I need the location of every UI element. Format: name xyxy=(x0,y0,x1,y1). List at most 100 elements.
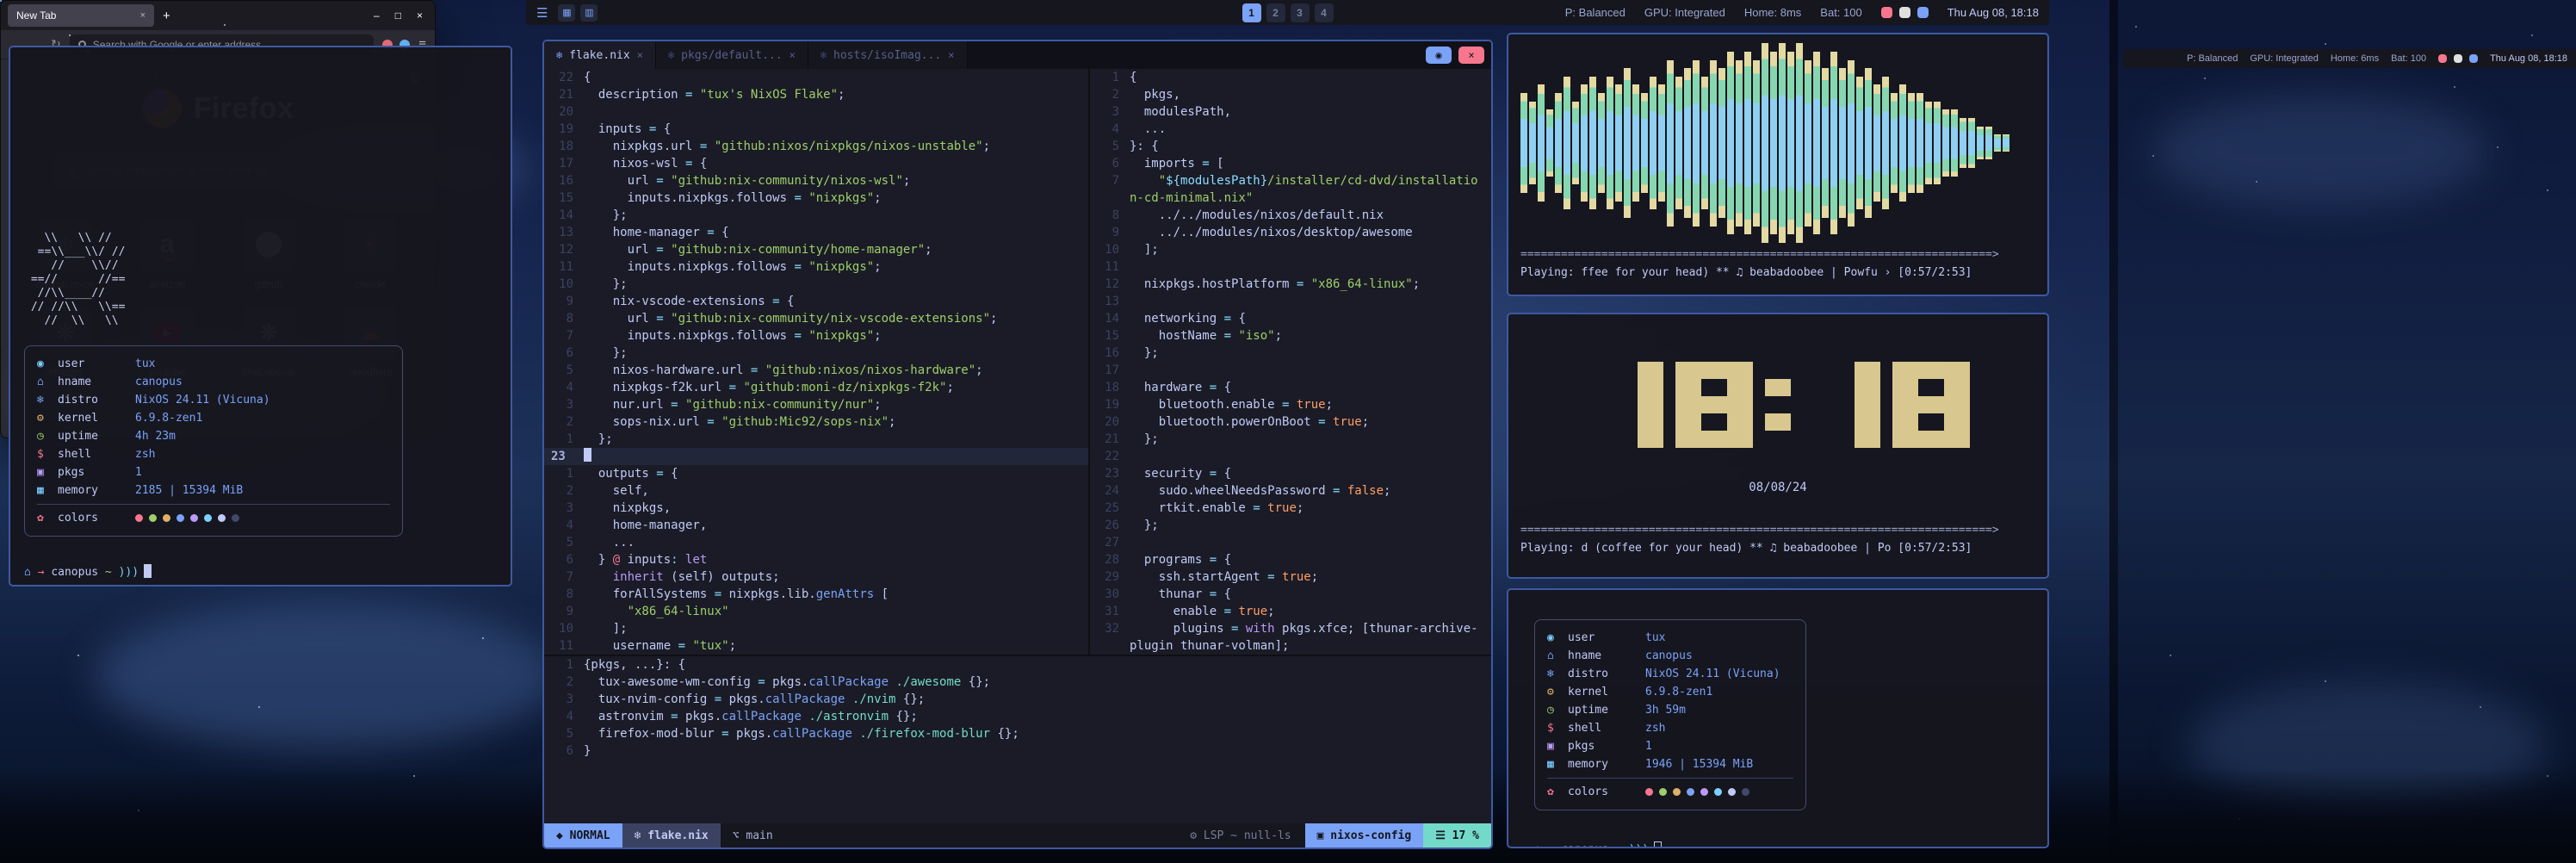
code-text xyxy=(1130,448,1491,465)
info-label: kernel xyxy=(1568,683,1645,701)
workspace-button[interactable]: 2 xyxy=(1266,3,1285,22)
neovim-editor-window[interactable]: ❄flake.nix×❄pkgs/default...×❄hosts/isoIm… xyxy=(542,40,1493,849)
tray-icon[interactable] xyxy=(2438,54,2447,63)
user-icon: ◉ xyxy=(37,355,58,373)
tab-close-icon[interactable]: × xyxy=(637,49,643,61)
code-line: 2 pkgs, xyxy=(1090,86,1491,103)
audio-bar xyxy=(1977,127,1984,160)
line-number: 9 xyxy=(544,293,584,310)
line-number: 18 xyxy=(1090,379,1130,396)
lsp-status: ⚙ LSP ~ null-ls xyxy=(1176,823,1304,847)
code-text: thunar = { xyxy=(1130,586,1491,603)
firefox-tab-newtab[interactable]: New Tab × xyxy=(8,4,154,27)
terminal-cursor xyxy=(144,564,152,578)
audio-bar xyxy=(1564,77,1570,209)
close-button[interactable]: × xyxy=(417,9,423,22)
colors-row: ✿colors xyxy=(37,509,390,527)
tray-icon[interactable] xyxy=(2469,54,2478,63)
line-number: 8 xyxy=(544,586,584,603)
terminal-cava-visualizer[interactable]: ========================================… xyxy=(1507,33,2049,296)
code-text: nix-vscode-extensions = { xyxy=(584,293,1088,310)
editor-pane-pkgs[interactable]: 1{pkgs, ...}: {2 tux-awesome-wm-config =… xyxy=(544,656,1491,760)
tab-close-icon[interactable]: × xyxy=(790,49,796,61)
tray-icon[interactable] xyxy=(1881,7,1892,18)
layout-icon[interactable]: ▥ xyxy=(580,4,598,22)
code-line: 3 nur.url = "github:nix-community/nur"; xyxy=(544,396,1088,413)
terminal-fastfetch-left[interactable]: \\ \\ // ==\\___\\/ // // \\// ==// //==… xyxy=(9,46,512,587)
code-line: 9 nix-vscode-extensions = { xyxy=(544,293,1088,310)
line-number: 11 xyxy=(544,637,584,655)
shell-prompt: ⌂ → canopus ~ ))) xyxy=(1534,841,2035,848)
audio-bar xyxy=(1934,102,1941,185)
code-line: 11 inputs.nixpkgs.follows = "nixpkgs"; xyxy=(544,258,1088,276)
code-line: 6 }; xyxy=(544,345,1088,362)
buffer-close-button[interactable]: × xyxy=(1458,47,1484,64)
code-text: ssh.startAgent = true; xyxy=(1130,568,1491,586)
workspace-button[interactable]: 3 xyxy=(1291,3,1310,22)
audio-bar xyxy=(1839,68,1846,218)
tab-close-icon[interactable]: × xyxy=(948,49,954,61)
menu-icon[interactable]: ☰ xyxy=(536,5,548,21)
new-tab-button[interactable]: + xyxy=(163,9,170,23)
code-line: 32 plugins = with pkgs.xfce; [thunar-arc… xyxy=(1090,620,1491,637)
tray-icon[interactable] xyxy=(2454,54,2462,63)
code-text: ../../modules/nixos/default.nix xyxy=(1130,207,1491,224)
editor-tab[interactable]: ❄hosts/isoImag...× xyxy=(808,41,968,69)
line-number: 2 xyxy=(544,674,584,691)
code-text: nixpkgs, xyxy=(584,500,1088,517)
info-value: zsh xyxy=(1645,719,1665,737)
layout-icon[interactable]: ▦ xyxy=(558,4,575,22)
minimize-button[interactable]: – xyxy=(374,9,380,22)
code-line: 23 security = { xyxy=(1090,465,1491,482)
audio-visualizer xyxy=(1520,43,2035,243)
audio-bar xyxy=(1675,77,1682,209)
palette-dot xyxy=(190,514,198,522)
code-text: ]; xyxy=(1130,241,1491,258)
audio-bar xyxy=(1770,52,1777,234)
tray-icon[interactable] xyxy=(1899,7,1910,18)
code-line: 20 bluetooth.powerOnBoot = true; xyxy=(1090,413,1491,431)
buffer-pick-button[interactable]: ◉ xyxy=(1426,47,1452,64)
code-line: 3 modulesPath, xyxy=(1090,103,1491,121)
code-text: }; xyxy=(1130,517,1491,534)
code-line: 8 forAllSystems = nixpkgs.lib.genAttrs [ xyxy=(544,586,1088,603)
code-text: bluetooth.enable = true; xyxy=(1130,396,1491,413)
distro-icon: ❄ xyxy=(1547,665,1568,683)
audio-bar xyxy=(1925,102,1932,185)
editor-pane-flake[interactable]: 22{21 description = "tux's NixOS Flake";… xyxy=(544,69,1088,655)
line-number xyxy=(1090,189,1130,207)
code-line: 26 }; xyxy=(1090,517,1491,534)
wallpaper-cloud xyxy=(95,603,560,749)
line-number: 32 xyxy=(1090,620,1130,637)
line-number: 6 xyxy=(1090,155,1130,172)
info-row: ⌂hnamecanopus xyxy=(37,373,390,391)
code-line: 31 enable = true; xyxy=(1090,603,1491,620)
uptime-icon: ◷ xyxy=(37,427,58,445)
code-text: hostName = "iso"; xyxy=(1130,327,1491,345)
layout-widgets[interactable]: ▦▥ xyxy=(558,4,603,22)
code-text: }; xyxy=(584,345,1088,362)
editor-pane-iso[interactable]: 1{2 pkgs,3 modulesPath,4 ...5}: {6 impor… xyxy=(1090,69,1491,655)
code-line: 27 xyxy=(1090,534,1491,551)
line-number: 11 xyxy=(544,258,584,276)
statusline-spacer xyxy=(785,823,1177,847)
monitor-seam xyxy=(2109,0,2118,863)
audio-bar xyxy=(1727,52,1734,234)
audio-bar xyxy=(1891,93,1898,193)
line-number: 14 xyxy=(1090,310,1130,327)
code-text: pkgs, xyxy=(1130,86,1491,103)
status-item: P: Balanced xyxy=(1565,6,1625,19)
tray-icon[interactable] xyxy=(1917,7,1929,18)
code-text: inputs.nixpkgs.follows = "nixpkgs"; xyxy=(584,258,1088,276)
code-line: 16 url = "github:nix-community/nixos-wsl… xyxy=(544,172,1088,189)
line-number: 20 xyxy=(544,103,584,121)
maximize-button[interactable]: □ xyxy=(395,9,401,22)
editor-tab[interactable]: ❄pkgs/default...× xyxy=(656,41,808,69)
terminal-clock[interactable]: 08/08/24 ===============================… xyxy=(1507,313,2049,579)
editor-tab[interactable]: ❄flake.nix× xyxy=(544,41,656,69)
workspace-button[interactable]: 1 xyxy=(1242,3,1261,22)
terminal-fastfetch-right[interactable]: ◉usertux⌂hnamecanopus❄distroNixOS 24.11 … xyxy=(1507,588,2049,848)
workspace-button[interactable]: 4 xyxy=(1315,3,1334,22)
audio-bar xyxy=(1632,84,1639,201)
tab-close-icon[interactable]: × xyxy=(140,10,146,21)
